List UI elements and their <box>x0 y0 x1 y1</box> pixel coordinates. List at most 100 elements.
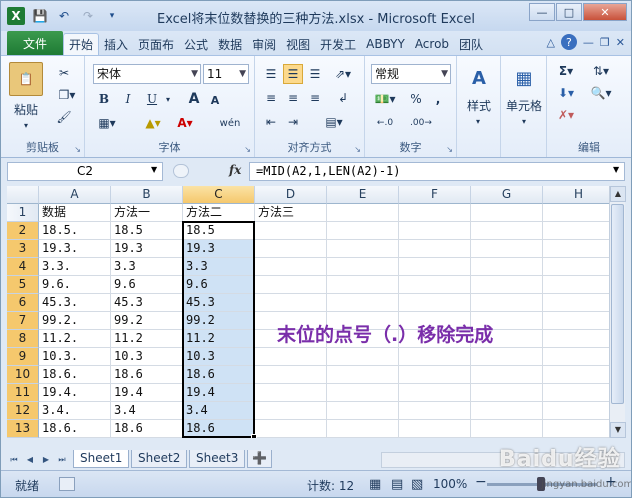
macro-record-icon[interactable] <box>59 477 75 491</box>
cell-g5[interactable] <box>471 276 543 294</box>
cell-b13[interactable]: 18.6 <box>111 420 183 438</box>
cell-d4[interactable] <box>255 258 327 276</box>
page-layout-view-icon[interactable]: ▤ <box>391 477 403 492</box>
underline-button[interactable]: U <box>143 90 161 108</box>
cell-c13[interactable]: 18.6 <box>183 420 255 438</box>
row-header-4[interactable]: 4 <box>7 258 39 276</box>
scroll-up-icon[interactable]: ▲ <box>610 186 626 202</box>
number-format-combo[interactable]: 常规 ▼ <box>371 64 451 84</box>
paste-button[interactable]: 粘贴 <box>9 100 43 118</box>
alignment-launcher-icon[interactable]: ↘ <box>354 145 361 154</box>
font-color-icon[interactable]: A▾ <box>173 114 197 132</box>
tab-acrobat[interactable]: Acrob <box>410 33 454 55</box>
column-header-c[interactable]: C <box>183 186 255 204</box>
redo-icon[interactable]: ↷ <box>79 7 97 25</box>
formula-resize-handle[interactable] <box>173 164 189 178</box>
last-sheet-icon[interactable]: ⏭ <box>55 453 69 467</box>
cell-b12[interactable]: 3.4 <box>111 402 183 420</box>
cell-g10[interactable] <box>471 366 543 384</box>
cell-d3[interactable] <box>255 240 327 258</box>
paste-icon[interactable]: 📋 <box>9 62 43 96</box>
styles-icon[interactable]: A <box>465 64 493 92</box>
cell-c2[interactable]: 18.5 <box>183 222 255 240</box>
cell-c6[interactable]: 45.3 <box>183 294 255 312</box>
accounting-format-icon[interactable]: 💵▾ <box>371 90 399 108</box>
comma-button[interactable]: , <box>429 90 447 108</box>
tab-file[interactable]: 文件 <box>7 31 63 55</box>
cell-a7[interactable]: 99.2. <box>39 312 111 330</box>
cell-h6[interactable] <box>543 294 609 312</box>
row-header-13[interactable]: 13 <box>7 420 39 438</box>
cells-button[interactable]: 单元格 <box>501 96 547 114</box>
paste-dropdown-icon[interactable]: ▾ <box>19 120 33 130</box>
copy-icon[interactable]: ❐▾ <box>55 86 79 104</box>
cell-h13[interactable] <box>543 420 609 438</box>
tab-page-layout[interactable]: 页面布 <box>133 33 179 55</box>
cell-b4[interactable]: 3.3 <box>111 258 183 276</box>
first-sheet-icon[interactable]: ⏮ <box>7 453 21 467</box>
orientation-icon[interactable]: ⇗▾ <box>331 64 355 84</box>
close-button[interactable]: ✕ <box>583 3 627 21</box>
cell-g2[interactable] <box>471 222 543 240</box>
maximize-button[interactable]: □ <box>556 3 582 21</box>
cell-e4[interactable] <box>327 258 399 276</box>
row-header-7[interactable]: 7 <box>7 312 39 330</box>
cell-b8[interactable]: 11.2 <box>111 330 183 348</box>
cell-f5[interactable] <box>399 276 471 294</box>
shrink-font-button[interactable]: A <box>207 92 223 108</box>
format-painter-icon[interactable]: 🖌 <box>55 108 73 126</box>
row-header-2[interactable]: 2 <box>7 222 39 240</box>
fill-handle[interactable] <box>251 434 257 438</box>
cell-e11[interactable] <box>327 384 399 402</box>
select-all-corner[interactable] <box>7 186 39 204</box>
cell-f4[interactable] <box>399 258 471 276</box>
cell-b1[interactable]: 方法一 <box>111 204 183 222</box>
tab-view[interactable]: 视图 <box>281 33 315 55</box>
align-middle-icon[interactable]: ☰ <box>283 64 303 84</box>
cell-b3[interactable]: 19.3 <box>111 240 183 258</box>
collapse-ribbon-icon[interactable]: △ <box>546 36 554 49</box>
number-launcher-icon[interactable]: ↘ <box>446 145 453 154</box>
name-box-dropdown-icon[interactable]: ▼ <box>151 165 157 174</box>
cell-d13[interactable] <box>255 420 327 438</box>
save-icon[interactable]: 💾 <box>31 7 49 25</box>
cell-b10[interactable]: 18.6 <box>111 366 183 384</box>
bold-button[interactable]: B <box>95 90 113 108</box>
find-select-icon[interactable]: 🔍▾ <box>587 84 615 102</box>
align-left-icon[interactable]: ≡ <box>261 88 281 108</box>
sort-filter-icon[interactable]: ⇅▾ <box>587 62 615 80</box>
cell-g3[interactable] <box>471 240 543 258</box>
tab-formulas[interactable]: 公式 <box>179 33 213 55</box>
tab-data[interactable]: 数据 <box>213 33 247 55</box>
page-break-view-icon[interactable]: ▧ <box>411 477 423 492</box>
cell-e6[interactable] <box>327 294 399 312</box>
autosum-icon[interactable]: Σ▾ <box>553 62 579 80</box>
cell-f13[interactable] <box>399 420 471 438</box>
cell-d6[interactable] <box>255 294 327 312</box>
cell-f1[interactable] <box>399 204 471 222</box>
scroll-down-icon[interactable]: ▼ <box>610 422 626 438</box>
cell-f3[interactable] <box>399 240 471 258</box>
increase-indent-icon[interactable]: ⇥ <box>283 112 303 132</box>
row-header-12[interactable]: 12 <box>7 402 39 420</box>
cell-d1[interactable]: 方法三 <box>255 204 327 222</box>
phonetic-guide-button[interactable]: wén <box>215 114 245 132</box>
cell-g9[interactable] <box>471 348 543 366</box>
window-minimize-icon[interactable]: — <box>583 36 594 49</box>
cell-h9[interactable] <box>543 348 609 366</box>
help-icon[interactable]: ? <box>560 34 577 50</box>
cut-icon[interactable]: ✂ <box>55 64 73 82</box>
styles-button[interactable]: 样式 <box>459 96 499 114</box>
sheet-tab-sheet2[interactable]: Sheet2 <box>131 450 188 468</box>
sheet-tab-sheet3[interactable]: Sheet3 <box>189 450 246 468</box>
expand-formula-icon[interactable]: ▼ <box>613 165 619 174</box>
clear-icon[interactable]: ✗▾ <box>553 106 579 124</box>
styles-group[interactable]: A 样式 ▾ <box>457 56 501 157</box>
cell-c5[interactable]: 9.6 <box>183 276 255 294</box>
cell-a13[interactable]: 18.6. <box>39 420 111 438</box>
cell-f6[interactable] <box>399 294 471 312</box>
column-header-f[interactable]: F <box>399 186 471 204</box>
cell-c10[interactable]: 18.6 <box>183 366 255 384</box>
cell-b2[interactable]: 18.5 <box>111 222 183 240</box>
zoom-out-icon[interactable]: − <box>475 474 487 490</box>
